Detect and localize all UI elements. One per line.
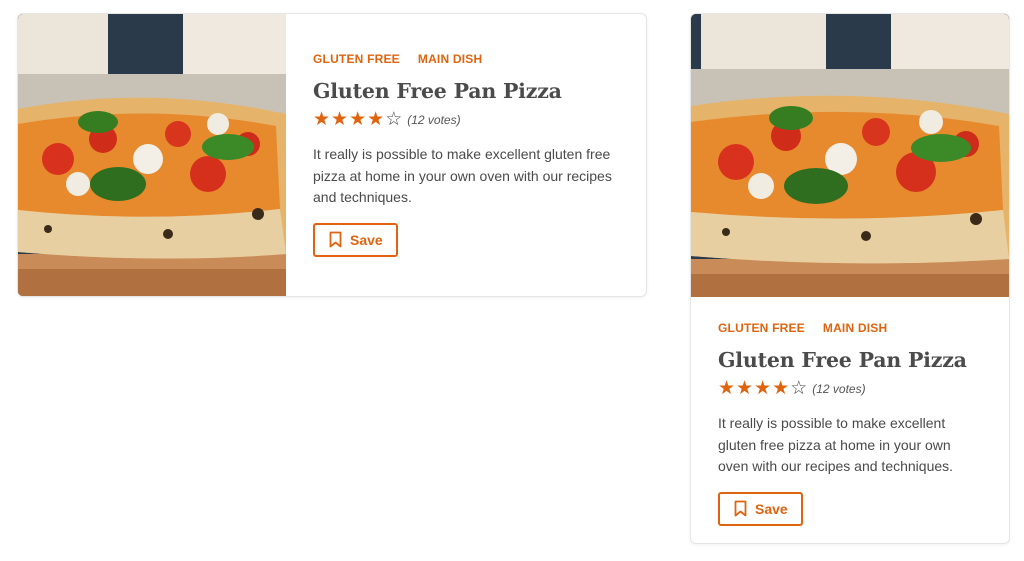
bookmark-icon <box>734 500 747 517</box>
recipe-description: It really is possible to make excellent … <box>313 146 612 205</box>
star-filled-icon: ★ <box>349 109 367 130</box>
tag-list: GLUTEN FREE MAIN DISH <box>313 52 618 66</box>
card-body: GLUTEN FREE MAIN DISH Gluten Free Pan Pi… <box>286 14 646 296</box>
pizza-photo-icon <box>691 14 1009 297</box>
recipe-card-vertical[interactable]: GLUTEN FREE MAIN DISH Gluten Free Pan Pi… <box>690 13 1010 544</box>
vote-count: (12 votes) <box>407 112 461 127</box>
recipe-title[interactable]: Gluten Free Pan Pizza <box>313 79 618 103</box>
recipe-title[interactable]: Gluten Free Pan Pizza <box>718 348 982 372</box>
save-label: Save <box>755 500 788 517</box>
tag-gluten-free[interactable]: GLUTEN FREE <box>718 321 805 335</box>
recipe-description: It really is possible to make excellent … <box>718 415 954 474</box>
star-filled-icon: ★ <box>313 109 331 130</box>
recipe-card-horizontal[interactable]: GLUTEN FREE MAIN DISH Gluten Free Pan Pi… <box>17 13 647 297</box>
pizza-image[interactable] <box>18 14 286 296</box>
rating: ★ ★ ★ ★ ☆ (12 votes) <box>718 379 982 398</box>
save-button[interactable]: Save <box>313 222 398 257</box>
tag-gluten-free[interactable]: GLUTEN FREE <box>313 52 400 66</box>
star-filled-icon: ★ <box>754 378 772 399</box>
star-filled-icon: ★ <box>736 378 754 399</box>
star-filled-icon: ★ <box>367 109 385 130</box>
vote-count: (12 votes) <box>812 381 866 396</box>
save-button[interactable]: Save <box>718 491 803 526</box>
pizza-photo-icon <box>18 14 286 296</box>
tag-main-dish[interactable]: MAIN DISH <box>418 52 482 66</box>
tag-list: GLUTEN FREE MAIN DISH <box>718 321 982 335</box>
star-rating: ★ ★ ★ ★ ☆ <box>718 379 807 398</box>
bookmark-icon <box>329 231 342 248</box>
card-body: GLUTEN FREE MAIN DISH Gluten Free Pan Pi… <box>691 297 1009 526</box>
tag-main-dish[interactable]: MAIN DISH <box>823 321 887 335</box>
save-label: Save <box>350 231 383 248</box>
star-filled-icon: ★ <box>718 378 736 399</box>
star-rating: ★ ★ ★ ★ ☆ <box>313 110 402 129</box>
star-filled-icon: ★ <box>331 109 349 130</box>
star-outline-icon: ☆ <box>385 109 403 130</box>
star-outline-icon: ☆ <box>790 378 808 399</box>
star-filled-icon: ★ <box>772 378 790 399</box>
rating: ★ ★ ★ ★ ☆ (12 votes) <box>313 110 618 129</box>
pizza-image[interactable] <box>691 14 1009 297</box>
